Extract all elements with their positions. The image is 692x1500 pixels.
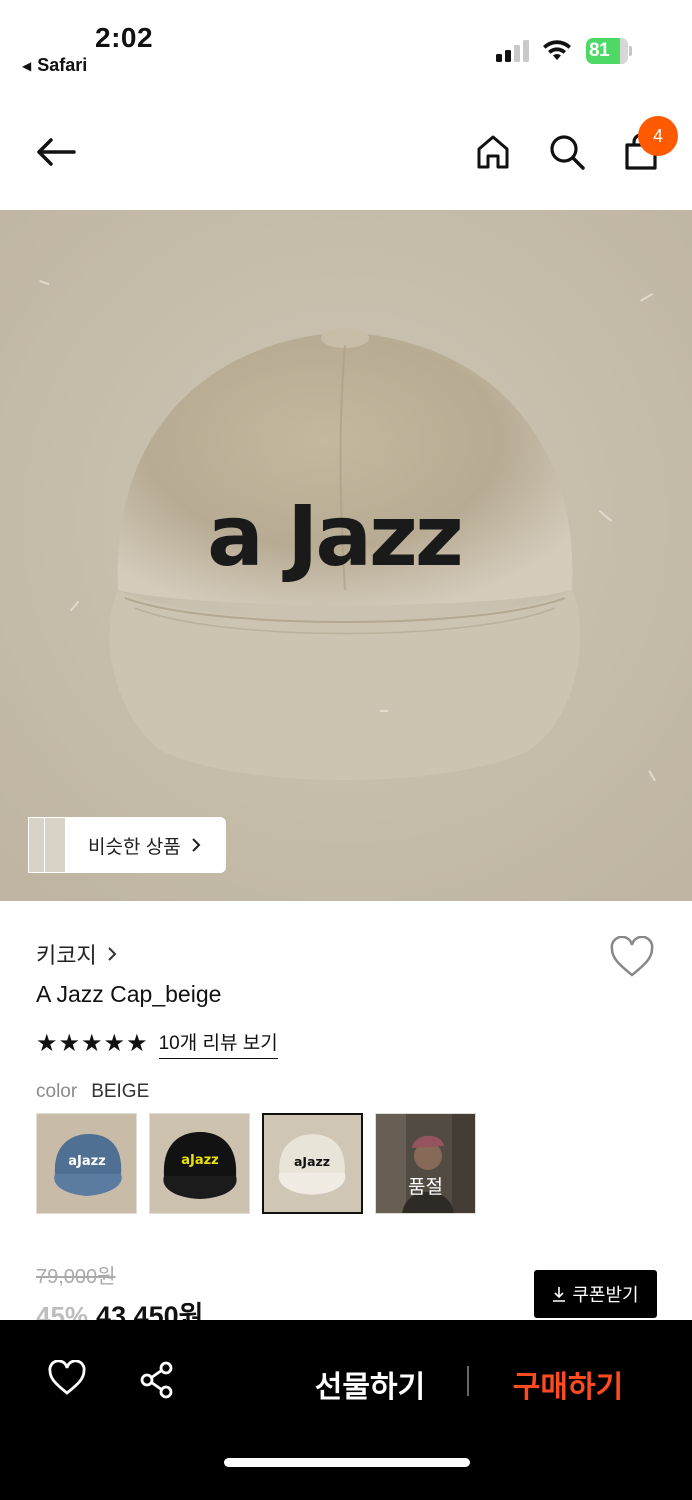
buy-button[interactable]: 구매하기 xyxy=(498,1362,638,1406)
color-swatches: aJazz aJazz aJazz 품절 xyxy=(36,1113,476,1214)
wifi-icon xyxy=(543,40,571,60)
product-title: A Jazz Cap_beige xyxy=(36,981,222,1007)
cap-illustration: a Jazz xyxy=(0,210,692,901)
bottom-wishlist-button[interactable] xyxy=(47,1359,87,1400)
black-cap-thumbnail: aJazz xyxy=(150,1114,249,1213)
search-icon xyxy=(550,135,585,170)
heart-icon xyxy=(610,935,654,977)
gift-button[interactable]: 선물하기 xyxy=(300,1362,440,1406)
swatch-black[interactable]: aJazz xyxy=(149,1113,250,1214)
brand-link[interactable]: 키코지 xyxy=(36,938,117,970)
color-key: color xyxy=(36,1081,78,1102)
search-button[interactable] xyxy=(543,128,591,176)
coupon-label: 쿠폰받기 xyxy=(572,1285,639,1305)
soldout-label: 품절 xyxy=(408,1177,443,1198)
home-indicator xyxy=(224,1458,470,1467)
top-nav xyxy=(0,92,692,210)
similar-products-label: 비슷한 상품 xyxy=(88,836,181,858)
bottom-divider xyxy=(467,1366,469,1396)
blue-cap-thumbnail: aJazz xyxy=(37,1114,136,1213)
swatch-logo: aJazz xyxy=(68,1154,106,1169)
battery-percent: 81 xyxy=(589,40,610,61)
cap-logo-text: a Jazz xyxy=(207,487,461,585)
back-to-app-button[interactable]: ◀ Safari xyxy=(22,55,87,76)
back-triangle-icon: ◀ xyxy=(22,58,32,73)
color-row: color BEIGE xyxy=(36,1081,149,1103)
share-icon xyxy=(140,1361,173,1399)
wishlist-button[interactable] xyxy=(609,935,655,980)
star-rating: ★★★★★ xyxy=(36,1030,149,1057)
swatch-logo: aJazz xyxy=(294,1154,330,1169)
similar-thumbnails xyxy=(28,817,82,873)
color-value: BEIGE xyxy=(91,1081,150,1102)
cart-count-badge: 4 xyxy=(638,116,678,156)
chevron-right-icon xyxy=(108,947,117,961)
arrow-left-icon xyxy=(37,138,76,166)
bottom-action-bar: 선물하기 구매하기 xyxy=(0,1320,692,1500)
brand-name: 키코지 xyxy=(36,943,97,968)
heart-icon xyxy=(48,1359,86,1395)
coupon-button[interactable]: 쿠폰받기 xyxy=(534,1270,657,1318)
beige-cap-thumbnail: aJazz xyxy=(264,1115,361,1212)
home-button[interactable] xyxy=(469,128,517,176)
share-button[interactable] xyxy=(138,1360,178,1400)
back-button[interactable] xyxy=(32,128,80,176)
status-bar: 2:02 ◀ Safari 81 xyxy=(0,0,692,92)
swatch-beige-selected[interactable]: aJazz xyxy=(262,1113,363,1214)
review-link[interactable]: 10개 리뷰 보기 xyxy=(158,1028,278,1059)
back-app-label: Safari xyxy=(37,55,88,75)
chevron-right-icon xyxy=(191,838,201,852)
original-price: 79,000원 xyxy=(36,1266,116,1288)
soldout-photo-thumbnail xyxy=(376,1114,475,1213)
status-time: 2:02 xyxy=(95,22,154,53)
cellular-signal-icon xyxy=(496,40,529,62)
download-icon xyxy=(553,1287,566,1302)
home-icon xyxy=(477,135,509,169)
rating-row: ★★★★★ 10개 리뷰 보기 xyxy=(36,1028,278,1059)
similar-products-button[interactable]: 비슷한 상품 xyxy=(28,817,226,873)
swatch-blue[interactable]: aJazz xyxy=(36,1113,137,1214)
swatch-logo: aJazz xyxy=(181,1153,219,1168)
swatch-soldout[interactable]: 품절 xyxy=(375,1113,476,1214)
product-image[interactable]: a Jazz xyxy=(0,210,692,901)
battery-icon: 81 xyxy=(586,38,632,64)
